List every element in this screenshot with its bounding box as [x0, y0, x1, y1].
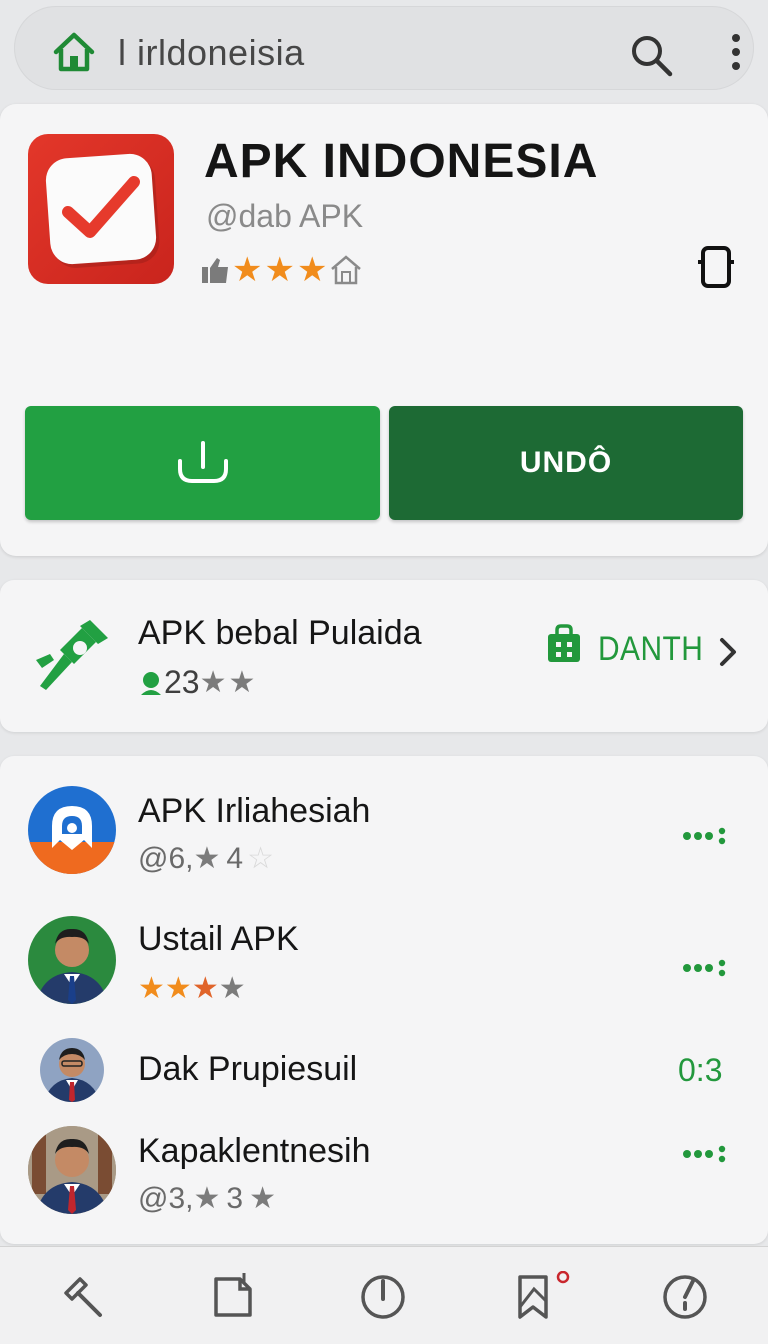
promo-title: APK bebal Pulaida	[138, 614, 422, 652]
user-icon	[141, 671, 161, 695]
item-rating: @3, ★ 3 ★	[138, 1182, 276, 1216]
item-rating: @6, ★ 4 ☆	[138, 842, 274, 876]
app-rating: ★ ★ ★	[200, 250, 363, 290]
search-icon[interactable]	[628, 32, 674, 78]
promo-count: 23	[164, 664, 200, 700]
more-dots-icon[interactable]	[682, 1144, 728, 1164]
star-icon: ★	[191, 972, 219, 1005]
app-card: APK INDONESIA @dab APK ★ ★ ★ UNDÔ	[0, 104, 768, 556]
more-dots-icon[interactable]	[682, 958, 728, 978]
thumbs-up-icon	[202, 258, 228, 283]
item-rating-value: 4	[226, 842, 244, 875]
item-rating-prefix: @6,	[138, 842, 194, 875]
star-icon: ★	[193, 1182, 221, 1215]
star-icon: ★	[199, 665, 227, 699]
hammer-icon[interactable]	[58, 1271, 108, 1321]
pin-icon	[36, 620, 108, 690]
app-avatar	[28, 786, 116, 874]
person-photo	[36, 928, 108, 1004]
user-avatar	[40, 1038, 104, 1102]
url-text[interactable]: l irldoneisia	[118, 32, 305, 74]
item-rating-value: 3	[226, 1182, 244, 1215]
house-outline-icon	[331, 255, 362, 285]
star-icon: ★	[218, 972, 246, 1005]
bottom-navigation	[0, 1246, 768, 1344]
install-button[interactable]	[25, 406, 380, 520]
user-avatar	[28, 1126, 116, 1214]
download-icon	[177, 441, 228, 483]
device-icon[interactable]	[696, 244, 736, 290]
power-icon[interactable]	[358, 1271, 408, 1321]
home-icon[interactable]	[52, 30, 96, 74]
star-icon: ★	[193, 842, 221, 875]
chevron-right-icon[interactable]	[716, 632, 740, 672]
user-avatar	[28, 916, 116, 1004]
more-dots-icon[interactable]	[682, 826, 728, 846]
checkmark-icon	[62, 176, 140, 238]
person-photo	[44, 1048, 100, 1102]
more-vertical-icon[interactable]	[726, 32, 746, 76]
promo-action-label[interactable]: DANTH	[598, 630, 703, 669]
person-photo	[28, 1126, 116, 1214]
star-outline-icon: ☆	[247, 842, 274, 875]
app-title: APK INDONESIA	[204, 135, 599, 188]
app-logo-icon	[28, 806, 116, 874]
item-title: Dak Prupiesuil	[138, 1050, 358, 1088]
promo-rating: 23 ★ ★	[140, 664, 257, 701]
timer-icon[interactable]	[660, 1271, 710, 1321]
bag-icon[interactable]	[546, 624, 582, 664]
undo-button[interactable]: UNDÔ	[389, 406, 743, 520]
star-icon: ★	[264, 251, 295, 289]
star-icon: ★	[249, 1182, 276, 1215]
bookmark-icon[interactable]	[512, 1271, 572, 1321]
item-title: Ustail APK	[138, 920, 299, 958]
app-developer[interactable]: @dab APK	[206, 198, 363, 235]
item-rating-prefix: @3,	[138, 1182, 194, 1215]
address-bar[interactable]: l irldoneisia	[14, 6, 754, 90]
item-count[interactable]: 0:3	[678, 1052, 722, 1089]
star-icon: ★	[232, 251, 263, 289]
star-icon: ★	[296, 251, 328, 289]
star-icon: ★	[164, 972, 192, 1005]
document-icon[interactable]	[208, 1271, 258, 1321]
app-icon[interactable]	[28, 134, 174, 284]
item-rating: ★ ★ ★ ★	[138, 972, 246, 1006]
star-icon: ★	[138, 972, 165, 1005]
app-list: APK Irliahesiah @6, ★ 4 ☆ Ustail APK ★ ★	[0, 756, 768, 1244]
star-icon: ★	[228, 665, 256, 699]
item-title: Kapaklentnesih	[138, 1132, 371, 1170]
item-title: APK Irliahesiah	[138, 792, 371, 830]
promo-card[interactable]: APK bebal Pulaida 23 ★ ★ DANTH	[0, 580, 768, 732]
